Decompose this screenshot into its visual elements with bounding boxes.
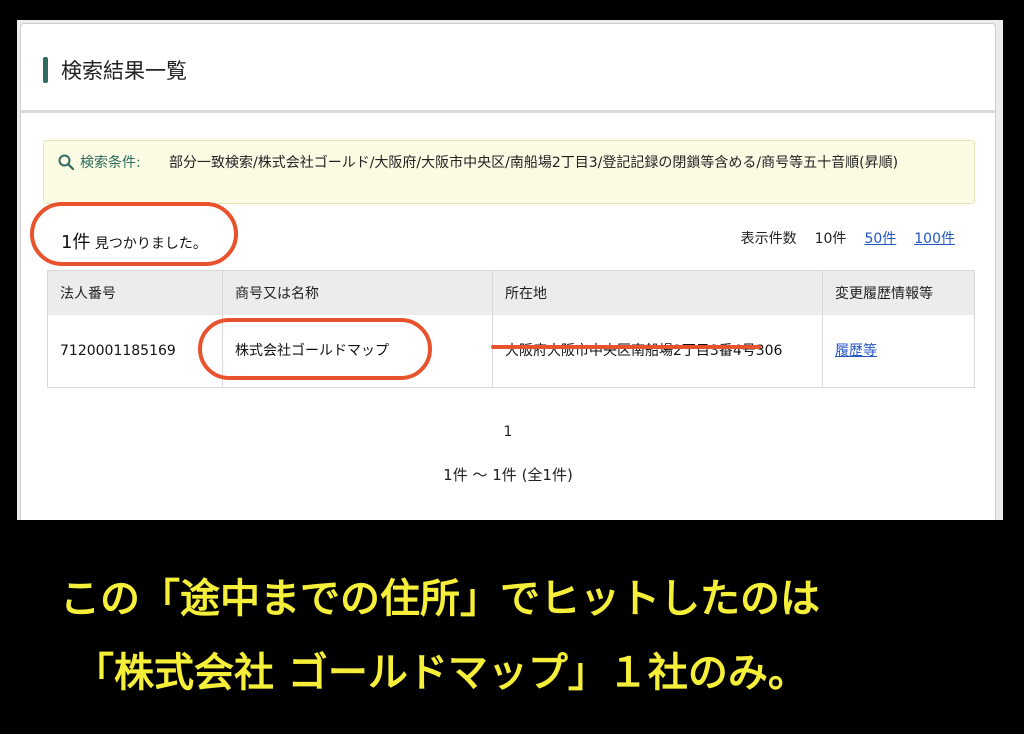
panel-header: 検索結果一覧 bbox=[21, 24, 995, 113]
result-count-number: 1件 bbox=[61, 232, 91, 253]
page-title: 検索結果一覧 bbox=[61, 59, 187, 83]
column-header-history: 変更履歴情報等 bbox=[822, 270, 975, 315]
pager-page-number[interactable]: 1 bbox=[21, 424, 995, 440]
result-count: 1件 見つかりました。 bbox=[61, 228, 207, 254]
column-header-name: 商号又は名称 bbox=[222, 270, 493, 315]
search-conditions-box: 検索条件: 部分一致検索/株式会社ゴールド/大阪府/大阪市中央区/南船場2丁目3… bbox=[43, 140, 975, 204]
cell-history: 履歴等 bbox=[823, 315, 975, 388]
column-header-number: 法人番号 bbox=[47, 270, 223, 315]
results-table: 法人番号 商号又は名称 所在地 変更履歴情報等 7120001185169 株式… bbox=[47, 270, 975, 388]
history-link[interactable]: 履歴等 bbox=[835, 343, 877, 359]
cell-corporate-number: 7120001185169 bbox=[47, 315, 223, 388]
per-page-100-link[interactable]: 100件 bbox=[914, 228, 955, 248]
search-conditions-text: 部分一致検索/株式会社ゴールド/大阪府/大阪市中央区/南船場2丁目3/登記記録の… bbox=[169, 155, 899, 171]
address-highlight-underline bbox=[491, 345, 761, 349]
column-header-address: 所在地 bbox=[492, 270, 823, 315]
cell-company-name: 株式会社ゴールドマップ bbox=[222, 315, 493, 388]
search-results-panel: 検索結果一覧 検索条件: 部分一致検索/株式会社ゴールド/大阪府/大阪市中央区/… bbox=[20, 23, 996, 520]
title-accent-bar bbox=[43, 57, 48, 83]
result-count-suffix: 見つかりました。 bbox=[94, 236, 207, 252]
table-header-row: 法人番号 商号又は名称 所在地 変更履歴情報等 bbox=[47, 270, 975, 315]
search-conditions-label-text: 検索条件: bbox=[80, 155, 141, 171]
per-page-label: 表示件数 bbox=[740, 231, 797, 247]
search-icon bbox=[58, 154, 74, 170]
search-conditions-label: 検索条件: bbox=[58, 152, 141, 172]
pager-range: 1件 ～ 1件 (全1件) bbox=[443, 466, 573, 484]
cell-address: 大阪府大阪市中央区南船場2丁目3番4号306 bbox=[492, 315, 823, 388]
caption-line-1: この「途中までの住所」でヒットしたのは bbox=[60, 576, 820, 622]
per-page-selector: 表示件数 10件 50件 100件 bbox=[741, 228, 955, 248]
table-row: 7120001185169 株式会社ゴールドマップ 大阪府大阪市中央区南船場2丁… bbox=[47, 315, 975, 388]
per-page-50-link[interactable]: 50件 bbox=[864, 228, 896, 248]
browser-screenshot: 検索結果一覧 検索条件: 部分一致検索/株式会社ゴールド/大阪府/大阪市中央区/… bbox=[17, 20, 1003, 520]
per-page-current: 10件 bbox=[814, 231, 847, 247]
caption-line-2: 「株式会社 ゴールドマップ」１社のみ。 bbox=[74, 650, 808, 696]
